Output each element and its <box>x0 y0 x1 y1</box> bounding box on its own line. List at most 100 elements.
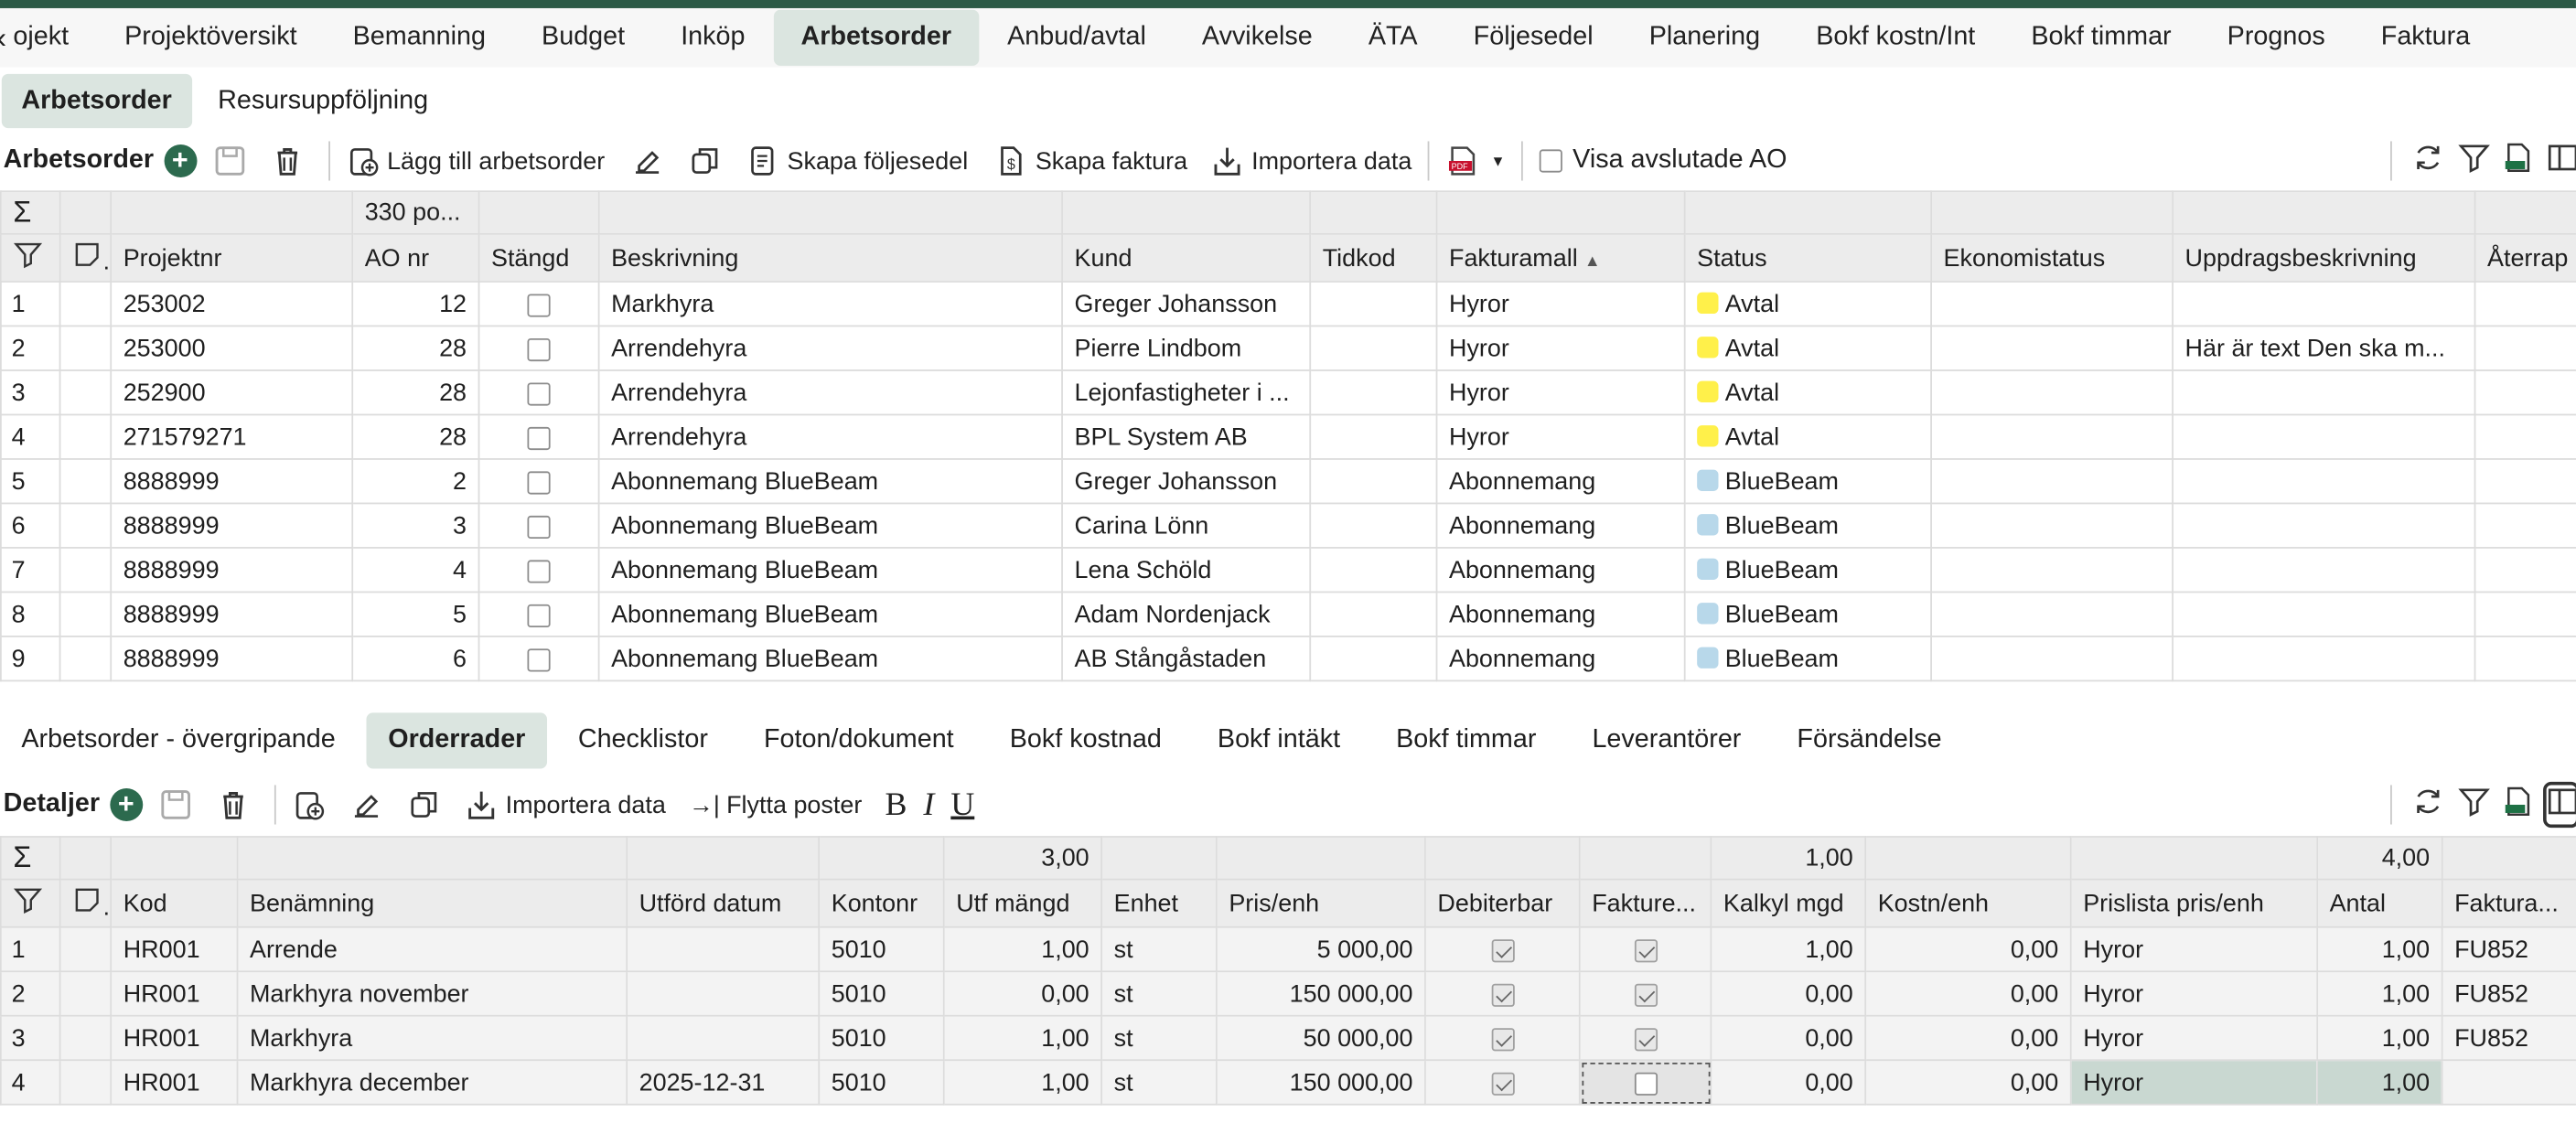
tidkod-cell[interactable] <box>1309 591 1438 637</box>
column-header-uppdragsbeskrivning[interactable]: Uppdragsbeskrivning <box>2172 233 2476 283</box>
debiterbar-checkbox-cell[interactable] <box>1424 1014 1581 1062</box>
column-header-fakturamall[interactable]: Fakturamall ▲ <box>1435 233 1686 283</box>
fakturamall-cell[interactable]: Hyror <box>1435 413 1686 460</box>
utf-mangd-cell[interactable]: 1,00 <box>942 925 1103 973</box>
nav-tab-budget[interactable]: Budget <box>514 10 653 66</box>
tidkod-cell[interactable] <box>1309 413 1438 460</box>
antal-cell[interactable]: 1,00 <box>2316 1059 2443 1106</box>
ekonomistatus-cell[interactable] <box>1930 413 2174 460</box>
ekonomistatus-cell[interactable] <box>1930 281 2174 327</box>
kostn-enh-cell[interactable]: 0,00 <box>1864 1014 2072 1062</box>
tidkod-cell[interactable] <box>1309 547 1438 594</box>
beskrivning-cell[interactable]: Arrendehyra <box>597 369 1063 416</box>
importera-data-button[interactable]: Importera data <box>1210 144 1411 177</box>
stangd-checkbox[interactable] <box>527 426 551 450</box>
refresh-icon[interactable] <box>2411 785 2444 824</box>
column-header-status[interactable]: Status <box>1683 233 1932 283</box>
kod-cell[interactable]: HR001 <box>110 1014 239 1062</box>
flytta-poster-button[interactable]: →| Flytta poster <box>689 791 862 819</box>
fakturerad-checkbox-cell[interactable] <box>1578 1014 1712 1062</box>
row-note-cell[interactable] <box>59 413 113 460</box>
kund-cell[interactable]: AB Stångåstaden <box>1061 636 1312 682</box>
status-cell[interactable]: BlueBeam <box>1683 591 1932 637</box>
edit-icon[interactable] <box>349 788 391 821</box>
excel-icon[interactable] <box>2504 141 2533 180</box>
ao-nr-cell[interactable]: 3 <box>351 502 480 549</box>
edit-icon[interactable] <box>631 144 672 177</box>
enhet-cell[interactable]: st <box>1100 1014 1218 1062</box>
nav-tab-ata[interactable]: ÄTA <box>1340 10 1445 66</box>
ekonomistatus-cell[interactable] <box>1930 591 2174 637</box>
table-row[interactable]: 8 8888999 5 Abonnemang BlueBeam Adam Nordenj… <box>0 591 2576 637</box>
nav-tab-projektoversikt[interactable]: Projektöversikt <box>97 10 325 66</box>
kod-cell[interactable]: HR001 <box>110 925 239 973</box>
antal-cell[interactable]: 1,00 <box>2316 1014 2443 1062</box>
kalkyl-mgd-cell[interactable]: 0,00 <box>1710 1014 1867 1062</box>
beskrivning-cell[interactable]: Abonnemang BlueBeam <box>597 591 1063 637</box>
skapa-faktura-button[interactable]: $ Skapa faktura <box>994 144 1187 177</box>
projektnr-cell[interactable]: 253002 <box>110 281 354 327</box>
projektnr-cell[interactable]: 8888999 <box>110 591 354 637</box>
kund-cell[interactable]: Greger Johansson <box>1061 458 1312 505</box>
status-cell[interactable]: BlueBeam <box>1683 547 1932 594</box>
tab-orderrader[interactable]: Orderrader <box>366 712 547 769</box>
stangd-checkbox-cell[interactable] <box>478 458 600 505</box>
column-header-debiterbar[interactable]: Debiterbar <box>1424 878 1581 928</box>
beskrivning-cell[interactable]: Abonnemang BlueBeam <box>597 636 1063 682</box>
table-row[interactable]: 3 HR001 Markhyra 5010 1,00 st 50 000,00 0,00 0,0… <box>0 1014 2576 1062</box>
kostn-enh-cell[interactable]: 0,00 <box>1864 970 2072 1017</box>
status-cell[interactable]: BlueBeam <box>1683 458 1932 505</box>
visa-avslutade-checkbox[interactable] <box>1540 149 1563 173</box>
stangd-checkbox-cell[interactable] <box>478 547 600 594</box>
projektnr-cell[interactable]: 253000 <box>110 325 354 371</box>
fakturamall-cell[interactable]: Abonnemang <box>1435 502 1686 549</box>
utford-datum-cell[interactable]: 2025-12-31 <box>626 1059 821 1106</box>
antal-cell[interactable]: 1,00 <box>2316 970 2443 1017</box>
aterrap-cell[interactable] <box>2474 325 2576 371</box>
bold-icon[interactable]: B <box>885 786 907 823</box>
status-cell[interactable]: Avtal <box>1683 325 1932 371</box>
stangd-checkbox[interactable] <box>527 559 551 583</box>
fakturamall-cell[interactable]: Hyror <box>1435 325 1686 371</box>
row-note-cell[interactable] <box>59 369 113 416</box>
enhet-cell[interactable]: st <box>1100 970 1218 1017</box>
column-header-tidkod[interactable]: Tidkod <box>1309 233 1438 283</box>
stangd-checkbox[interactable] <box>527 381 551 405</box>
column-header-projektnr[interactable]: Projektnr <box>110 233 354 283</box>
pris-enh-cell[interactable]: 5 000,00 <box>1215 925 1426 973</box>
fakturerad-checkbox-cell[interactable] <box>1578 970 1712 1017</box>
fakturerad-checkbox-cell[interactable] <box>1578 1059 1712 1106</box>
tab-bokf-intakt[interactable]: Bokf intäkt <box>1197 712 1362 768</box>
kalkyl-mgd-cell[interactable]: 0,00 <box>1710 1059 1867 1106</box>
enhet-cell[interactable]: st <box>1100 1059 1218 1106</box>
kod-cell[interactable]: HR001 <box>110 970 239 1017</box>
row-note-cell[interactable] <box>59 502 113 549</box>
fakturerad-checkbox-cell[interactable] <box>1578 925 1712 973</box>
utford-datum-cell[interactable] <box>626 925 821 973</box>
pris-enh-cell[interactable]: 150 000,00 <box>1215 970 1426 1017</box>
row-note-cell[interactable] <box>59 325 113 371</box>
fakturamall-cell[interactable]: Abonnemang <box>1435 591 1686 637</box>
row-note-cell[interactable] <box>59 458 113 505</box>
column-header-enhet[interactable]: Enhet <box>1100 878 1218 928</box>
uppdragsbeskrivning-cell[interactable] <box>2172 547 2476 594</box>
stangd-checkbox[interactable] <box>527 515 551 539</box>
nav-tab-arbetsorder[interactable]: Arbetsorder <box>773 9 980 66</box>
debiterbar-checkbox-cell[interactable] <box>1424 1059 1581 1106</box>
faktura-cell[interactable]: FU852 <box>2441 1014 2576 1062</box>
kostn-enh-cell[interactable]: 0,00 <box>1864 925 2072 973</box>
ao-nr-cell[interactable]: 28 <box>351 413 480 460</box>
italic-icon[interactable]: I <box>923 786 934 823</box>
ao-nr-cell[interactable]: 2 <box>351 458 480 505</box>
nav-tab-anbud[interactable]: Anbud/avtal <box>980 10 1175 66</box>
tidkod-cell[interactable] <box>1309 281 1438 327</box>
importera-data-button[interactable]: Importera data <box>465 788 666 821</box>
column-header-kund[interactable]: Kund <box>1061 233 1312 283</box>
projektnr-cell[interactable]: 252900 <box>110 369 354 416</box>
kund-cell[interactable]: Pierre Lindbom <box>1061 325 1312 371</box>
tidkod-cell[interactable] <box>1309 325 1438 371</box>
table-row[interactable]: 5 8888999 2 Abonnemang BlueBeam Greger Johan… <box>0 458 2576 505</box>
add-icon[interactable]: + <box>163 144 197 177</box>
column-header-pris-enh[interactable]: Pris/enh <box>1215 878 1426 928</box>
ekonomistatus-cell[interactable] <box>1930 547 2174 594</box>
